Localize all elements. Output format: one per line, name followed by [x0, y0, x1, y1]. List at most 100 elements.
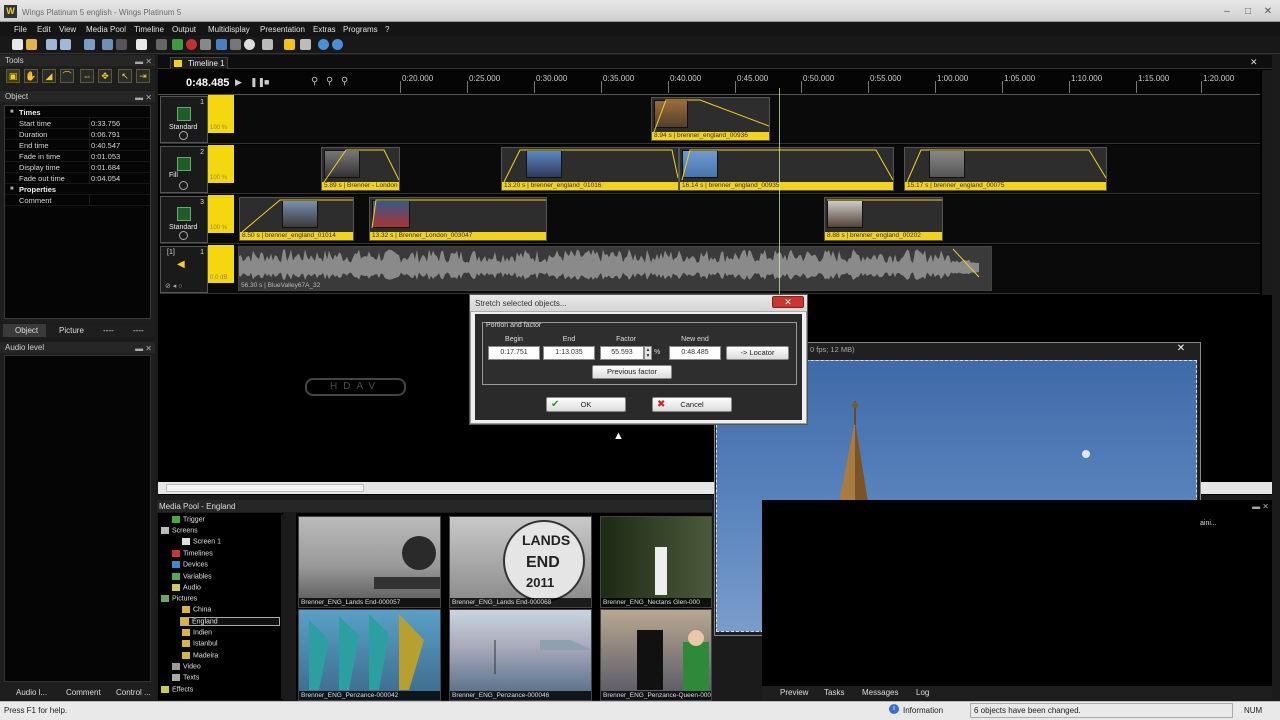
app-icon[interactable]: W — [4, 5, 17, 18]
timeline-clip[interactable]: 13.20 s | brenner_england_01016 — [501, 147, 679, 191]
menu-media-pool[interactable]: Media Pool — [86, 25, 126, 34]
timeline-clip[interactable]: 15.17 s | brenner_england_00075 — [904, 147, 1107, 191]
media-thumbnail[interactable]: Brenner_ENG_Nectans Glen-000 — [600, 516, 712, 608]
property-row[interactable]: Duration 0:06.791 — [5, 129, 150, 140]
tree-item[interactable]: Audio — [172, 584, 201, 591]
mute-icon[interactable] — [179, 131, 188, 140]
tree-item[interactable]: Pictures — [161, 595, 197, 602]
audio-track-icons[interactable]: ⊘ ◂ ○ — [165, 282, 183, 290]
panel-pin-icon[interactable]: ▬ ✕ — [135, 56, 152, 67]
timeline-close-icon[interactable]: ✕ — [1250, 57, 1258, 68]
info-icon[interactable] — [332, 39, 343, 50]
audio-clip[interactable]: 56.30 s | BlueValley67A_32 — [238, 246, 992, 291]
select-tool-icon[interactable]: ▣ — [6, 69, 20, 83]
preview-close-button[interactable]: ✕ — [1171, 343, 1191, 354]
timeline-clip[interactable]: 8.94 s | brenner_england_00936 — [651, 97, 770, 141]
track-opacity-bar[interactable]: 100 % — [208, 95, 234, 133]
open-icon[interactable] — [26, 39, 37, 50]
tree-item[interactable]: Screens — [161, 527, 198, 534]
redo-icon[interactable] — [116, 39, 127, 50]
split-tool-icon[interactable]: ⇥ — [136, 69, 150, 83]
timeline-clip[interactable]: 8.50 s | brenner_england_01014 — [239, 197, 354, 241]
zoom-fit-icon[interactable]: ⚲ — [341, 76, 348, 87]
tree-item[interactable]: China — [182, 606, 211, 613]
curve-tool-icon[interactable]: ⌒ — [60, 69, 74, 83]
property-row[interactable]: End time 0:40.547 — [5, 140, 150, 151]
tab-audio-level[interactable]: Audio l... — [4, 686, 52, 699]
panel-pin-icon[interactable]: ▬ ✕ — [135, 92, 152, 103]
hand-tool-icon[interactable]: ✋ — [24, 69, 38, 83]
cursor-tool-icon[interactable]: ↖ — [118, 69, 132, 83]
zoom-out-icon[interactable]: ⚲ — [326, 76, 333, 87]
track-opacity-bar[interactable]: 100 % — [208, 195, 234, 233]
window-icon[interactable] — [262, 39, 273, 50]
menu-presentation[interactable]: Presentation — [260, 25, 305, 34]
media-thumbnail[interactable]: LANDS END 2011 Brenner_ENG_Lands End-000… — [449, 516, 592, 608]
tree-item[interactable]: Effects — [161, 686, 193, 693]
locator-button[interactable]: -> Locator — [726, 346, 789, 360]
menu-help[interactable]: ? — [385, 25, 389, 34]
begin-field[interactable]: 0:17.751 — [488, 346, 540, 360]
menu-multidisplay[interactable]: Multidisplay — [208, 25, 250, 34]
mute-icon[interactable] — [179, 181, 188, 190]
factor-spinner[interactable]: ▲ ▼ — [644, 346, 652, 360]
tab-picture[interactable]: Picture — [47, 324, 90, 337]
timeline-vscroll[interactable] — [1262, 70, 1272, 295]
media-thumbnail[interactable]: Brenner_ENG_Penzance-000042 — [298, 609, 441, 701]
image-icon[interactable] — [300, 39, 311, 50]
timeline-clip[interactable]: 5.89 s | Brenner - London und Jack the R… — [321, 147, 400, 191]
tab-messages[interactable]: Messages — [850, 686, 902, 699]
tab-timeline-1[interactable]: Timeline 1 — [170, 57, 228, 69]
tree-item[interactable]: Indien — [182, 629, 212, 636]
tree-item[interactable]: Screen 1 — [182, 538, 221, 545]
new-icon[interactable] — [12, 39, 23, 50]
property-category-properties[interactable]: Properties — [5, 184, 150, 195]
ok-button[interactable]: ✔ OK — [546, 397, 626, 412]
minimize-button[interactable]: – — [1220, 7, 1234, 17]
tree-item[interactable]: Madeira — [182, 652, 218, 659]
warning-icon[interactable] — [284, 39, 295, 50]
tab-control[interactable]: Control ... — [104, 686, 152, 699]
globe-icon[interactable] — [244, 39, 255, 50]
save-icon[interactable] — [46, 39, 57, 50]
tab-object[interactable]: Object — [3, 324, 46, 337]
timeline-clip[interactable]: 13.32 s | Brenner_London_003047 — [369, 197, 547, 241]
undo-icon[interactable] — [102, 39, 113, 50]
tab-empty-2[interactable]: ---- — [121, 324, 151, 337]
pause-icon[interactable]: ❚❚ — [250, 77, 265, 88]
menu-file[interactable]: File — [14, 25, 27, 34]
properties-icon[interactable] — [136, 39, 147, 50]
previous-factor-button[interactable]: Previous factor — [592, 365, 672, 379]
thumbnail-scrollbar[interactable] — [283, 513, 292, 700]
property-category-times[interactable]: Times — [5, 107, 150, 118]
panel-pin-icon[interactable]: ▬ ✕ — [135, 343, 152, 354]
tab-tasks[interactable]: Tasks — [812, 686, 848, 699]
track-opacity-bar[interactable]: 100 % — [208, 145, 234, 183]
display-icon[interactable] — [216, 39, 227, 50]
timeline-clip[interactable]: 8.88 s | brenner_england_00202 — [824, 197, 943, 241]
close-button[interactable]: ✕ — [1261, 7, 1275, 17]
settings-icon[interactable] — [230, 39, 241, 50]
menu-extras[interactable]: Extras — [313, 25, 336, 34]
volume-bar[interactable]: 0.0 dB — [208, 245, 234, 283]
factor-field[interactable]: 55.593 — [600, 346, 644, 360]
zoom-in-icon[interactable]: ⚲ — [311, 76, 318, 87]
tree-item-selected[interactable]: England — [180, 617, 280, 627]
audio-track-header[interactable]: [1] 1 ◀ ⊘ ◂ ○ — [160, 246, 208, 293]
media-thumbnail[interactable]: Brenner_ENG_Penzance-Queen-000026 — [600, 609, 712, 701]
new-end-field[interactable]: 0:48.485 — [669, 346, 721, 360]
tree-item[interactable]: Devices — [172, 561, 208, 568]
tab-comment[interactable]: Comment — [54, 686, 102, 699]
property-row[interactable]: Display time 0:01.684 — [5, 162, 150, 173]
tab-log[interactable]: Log — [904, 686, 934, 699]
tree-item[interactable]: Istanbul — [182, 640, 218, 647]
tool-icon[interactable] — [200, 39, 211, 50]
maximize-button[interactable]: □ — [1241, 7, 1255, 17]
hscroll-thumb[interactable] — [166, 484, 364, 492]
tree-item[interactable]: Trigger — [172, 516, 205, 523]
property-row[interactable]: Fade in time 0:01.053 — [5, 151, 150, 162]
menu-programs[interactable]: Programs — [343, 25, 378, 34]
track-header[interactable]: 2 Fill — [160, 146, 208, 193]
tree-item[interactable]: Texts — [172, 674, 199, 681]
help-icon[interactable] — [318, 39, 329, 50]
